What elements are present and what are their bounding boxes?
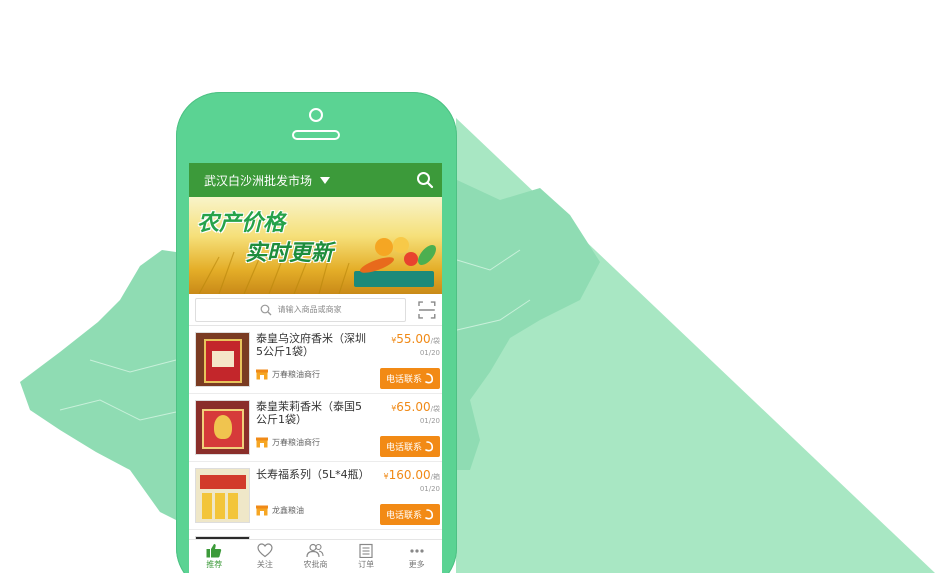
product-image [195, 332, 250, 387]
call-button[interactable]: 电话联系 [380, 436, 440, 457]
tab-more[interactable]: 更多 [391, 540, 442, 573]
orange-fruit [375, 238, 393, 256]
shop-name[interactable]: 龙鑫粮油 [272, 505, 304, 516]
product-price: ¥55.00/袋 [391, 332, 440, 346]
background-map [20, 118, 935, 573]
tab-label: 农批商 [303, 560, 328, 569]
tab-recommend[interactable]: 推荐 [189, 540, 240, 573]
product-price: ¥65.00/袋 [391, 400, 440, 414]
shop-icon [256, 369, 268, 380]
tab-label: 关注 [256, 560, 273, 569]
list-item[interactable]: 泰皇乌汶府香米（深圳5公斤1袋） 万春粮油商行 ¥55.00/袋 01/20 电… [189, 326, 442, 394]
shop-name[interactable]: 万春粮油商行 [272, 437, 320, 448]
price-date: 01/20 [419, 417, 440, 425]
tab-follow[interactable]: 关注 [240, 540, 291, 573]
shop-name[interactable]: 万春粮油商行 [272, 369, 320, 380]
product-list: 泰皇乌汶府香米（深圳5公斤1袋） 万春粮油商行 ¥55.00/袋 01/20 电… [189, 326, 442, 573]
product-price: ¥160.00/箱 [383, 468, 440, 482]
product-image [195, 468, 250, 523]
more-icon [410, 549, 424, 553]
tab-label: 更多 [408, 560, 425, 569]
price-scale [354, 271, 434, 287]
shop-icon [256, 437, 268, 448]
front-camera [309, 108, 323, 122]
product-image [195, 400, 250, 455]
search-placeholder: 请输入商品或商家 [277, 305, 342, 314]
call-button[interactable]: 电话联系 [380, 504, 440, 525]
search-icon [260, 304, 272, 315]
banner-title-line2: 实时更新 [245, 241, 334, 266]
product-name: 长寿福系列（5L*4瓶） [256, 468, 370, 481]
phone-screen: 武汉白沙洲批发市场 农产价格 实时更新 请输入商品或商家 泰皇乌汶府香米（深圳5… [189, 163, 442, 573]
caret-down-icon[interactable] [320, 176, 331, 184]
banner-title-line1: 农产价格 [197, 211, 286, 236]
light-beam [456, 118, 935, 573]
product-name: 泰皇乌汶府香米（深圳5公斤1袋） [256, 332, 366, 358]
shop-icon [256, 505, 268, 516]
heart-icon [257, 543, 273, 558]
tab-wholesalers[interactable]: 农批商 [290, 540, 341, 573]
scan-icon[interactable] [418, 300, 436, 319]
price-date: 01/20 [419, 349, 440, 357]
thumbs-up-icon [206, 544, 222, 558]
price-date: 01/20 [419, 485, 440, 493]
product-name: 泰皇茉莉香米（泰国5公斤1袋） [256, 400, 362, 426]
search-row: 请输入商品或商家 [189, 294, 442, 326]
tab-label: 推荐 [206, 560, 223, 569]
call-button[interactable]: 电话联系 [380, 368, 440, 389]
search-icon[interactable] [416, 171, 434, 189]
order-list-icon [359, 543, 373, 558]
list-item[interactable]: 泰皇茉莉香米（泰国5公斤1袋） 万春粮油商行 ¥65.00/袋 01/20 电话… [189, 394, 442, 462]
search-input[interactable]: 请输入商品或商家 [195, 297, 407, 322]
users-icon [306, 543, 325, 558]
bottom-tab-bar: 推荐 关注 农批商 订单 更多 [189, 539, 442, 573]
tab-orders[interactable]: 订单 [341, 540, 392, 573]
top-bar: 武汉白沙洲批发市场 [189, 163, 442, 197]
phone-icon [425, 509, 434, 520]
promo-banner[interactable]: 农产价格 实时更新 [189, 197, 442, 294]
market-selector-label[interactable]: 武汉白沙洲批发市场 [204, 172, 312, 189]
list-item[interactable]: 长寿福系列（5L*4瓶） 龙鑫粮油 ¥160.00/箱 01/20 电话联系 [189, 462, 442, 530]
phone-icon [425, 373, 434, 384]
tab-label: 订单 [358, 560, 375, 569]
phone-icon [425, 441, 434, 452]
earpiece-speaker [292, 130, 340, 140]
